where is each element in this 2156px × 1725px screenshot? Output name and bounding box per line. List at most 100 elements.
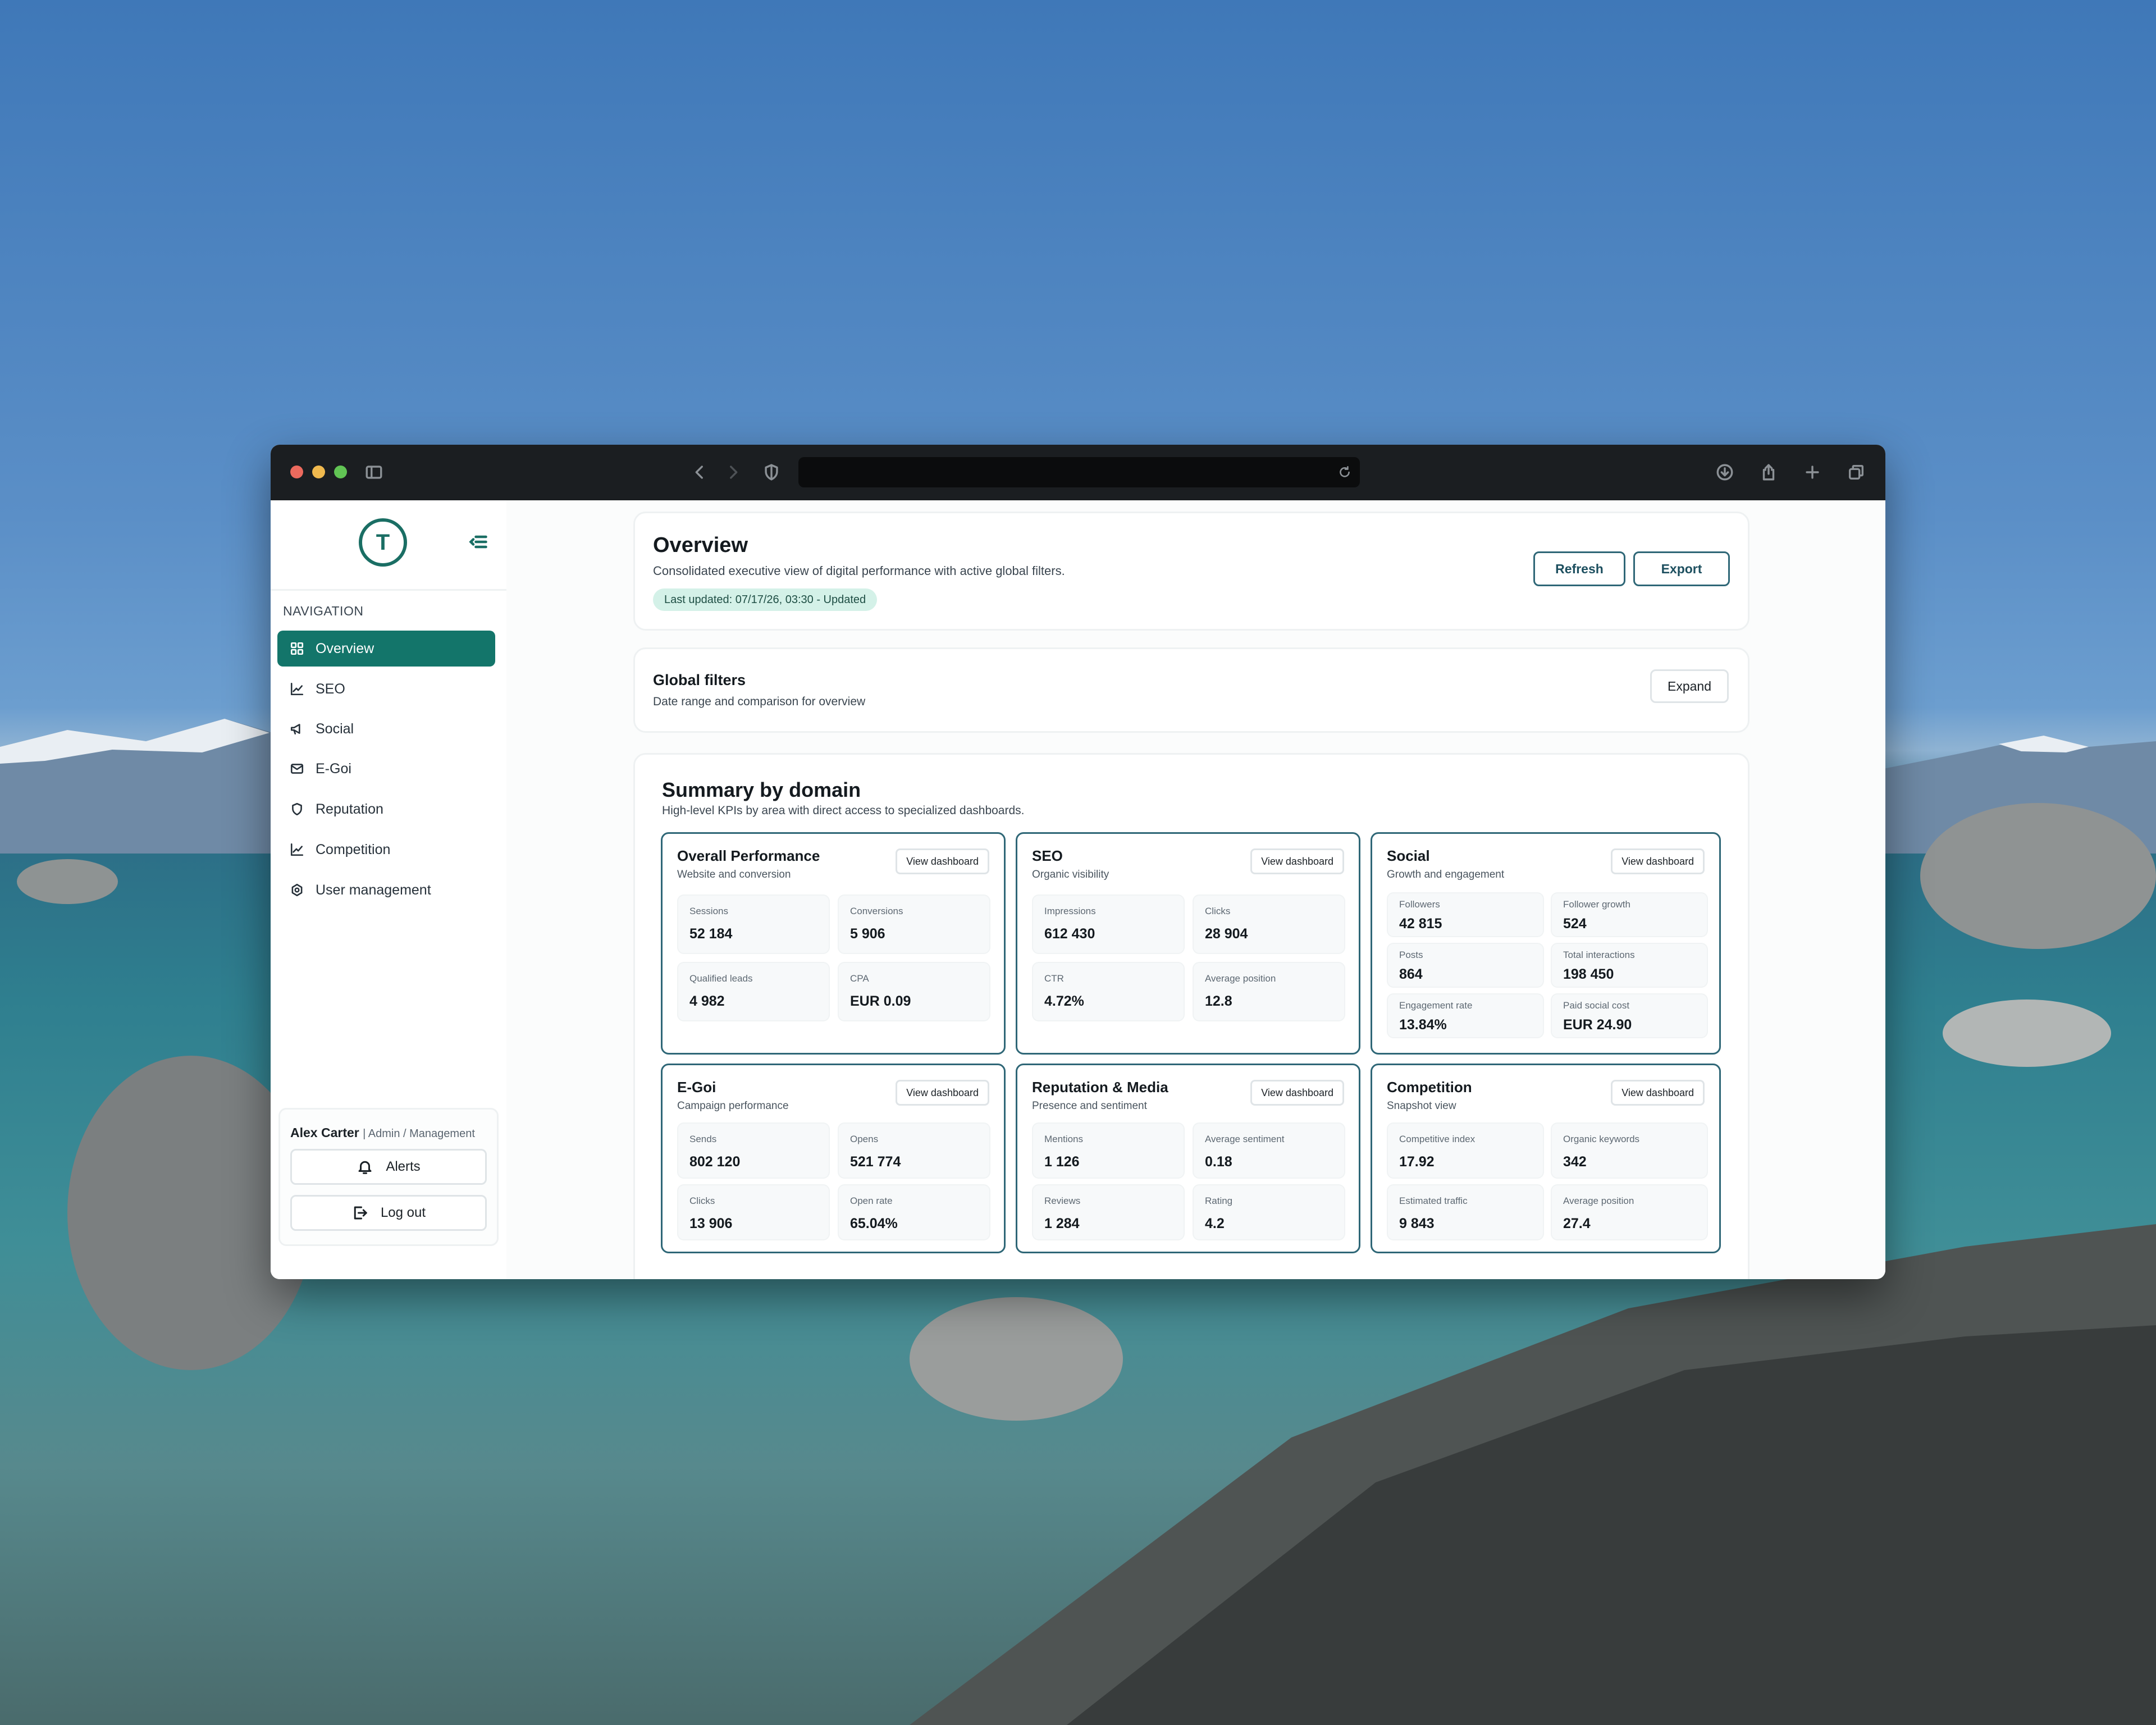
view-dashboard-button[interactable]: View dashboard xyxy=(1250,1080,1344,1106)
sidebar-item-label: Social xyxy=(316,720,354,737)
alerts-button[interactable]: Alerts xyxy=(290,1149,487,1185)
kpi-label: Rating xyxy=(1205,1195,1233,1206)
kpi-label: Sessions xyxy=(689,906,728,916)
sidebar-item-label: User management xyxy=(316,882,431,898)
sidebar-item-reputation[interactable]: Reputation xyxy=(277,791,495,827)
kpi-value: 802 120 xyxy=(689,1154,741,1170)
view-dashboard-button[interactable]: View dashboard xyxy=(1611,848,1705,874)
kpi-tile: Posts 864 xyxy=(1387,943,1544,988)
export-button[interactable]: Export xyxy=(1633,551,1730,586)
kpi-value: EUR 24.90 xyxy=(1563,1017,1632,1033)
sidebar-item-social[interactable]: Social xyxy=(277,711,495,747)
download-icon[interactable] xyxy=(1712,460,1737,485)
kpi-label: Mentions xyxy=(1044,1134,1083,1144)
shield-icon[interactable] xyxy=(759,460,784,485)
back-icon[interactable] xyxy=(687,460,712,485)
collapse-menu-icon xyxy=(469,535,487,549)
domain-subtitle: Website and conversion xyxy=(677,869,791,880)
kpi-tile: Reviews 1 284 xyxy=(1032,1184,1185,1240)
kpi-tile: Average position 27.4 xyxy=(1551,1184,1708,1240)
kpi-label: Open rate xyxy=(850,1195,893,1206)
kpi-label: Average sentiment xyxy=(1205,1134,1285,1144)
summary-title: Summary by domain xyxy=(662,778,861,801)
sidebar-divider xyxy=(271,589,506,591)
kpi-label: Clicks xyxy=(689,1195,715,1206)
view-dashboard-button[interactable]: View dashboard xyxy=(1611,1080,1705,1106)
forward-icon[interactable] xyxy=(721,460,746,485)
domain-card-egoi: E-Goi Campaign performance View dashboar… xyxy=(661,1064,1006,1253)
refresh-button[interactable]: Refresh xyxy=(1533,551,1625,586)
kpi-tile: Organic keywords 342 xyxy=(1551,1122,1708,1179)
domain-title: Overall Performance xyxy=(677,847,820,864)
sidebar-item-user-management[interactable]: User management xyxy=(277,872,495,908)
domain-card-reputation-media: Reputation & Media Presence and sentimen… xyxy=(1016,1064,1360,1253)
close-window-button[interactable] xyxy=(290,466,303,478)
reload-icon[interactable] xyxy=(1335,463,1354,482)
domain-subtitle: Growth and engagement xyxy=(1387,869,1505,880)
view-dashboard-button[interactable]: View dashboard xyxy=(1250,848,1344,874)
address-bar[interactable] xyxy=(798,457,1360,487)
new-tab-icon[interactable] xyxy=(1800,460,1825,485)
kpi-label: Conversions xyxy=(850,906,903,916)
minimize-window-button[interactable] xyxy=(312,466,325,478)
kpi-tile: Clicks 28 904 xyxy=(1193,895,1345,954)
kpi-tile: Total interactions 198 450 xyxy=(1551,943,1708,988)
kpi-value: 9 843 xyxy=(1399,1216,1435,1231)
alerts-label: Alerts xyxy=(386,1159,421,1174)
kpi-tile: Sends 802 120 xyxy=(677,1122,830,1179)
kpi-label: Followers xyxy=(1399,899,1440,910)
kpi-tile: CTR 4.72% xyxy=(1032,962,1185,1021)
kpi-label: Sends xyxy=(689,1134,717,1144)
share-icon[interactable] xyxy=(1756,460,1781,485)
zoom-window-button[interactable] xyxy=(334,466,347,478)
kpi-value: 342 xyxy=(1563,1154,1587,1170)
domain-card-seo: SEO Organic visibility View dashboard Im… xyxy=(1016,832,1360,1055)
kpi-value: 1 126 xyxy=(1044,1154,1080,1170)
user-panel: Alex Carter | Admin / Management Alerts … xyxy=(278,1108,499,1246)
browser-window: T NAVIGATION Overview SEO Social E-Goi R… xyxy=(271,445,1885,1279)
logout-icon xyxy=(354,1206,367,1220)
settings-icon xyxy=(291,883,303,897)
kpi-value: 864 xyxy=(1399,966,1423,982)
mail-icon xyxy=(290,764,304,774)
kpi-value: 65.04% xyxy=(850,1216,898,1231)
kpi-value: 612 430 xyxy=(1044,926,1095,942)
sidebar-toggle-icon[interactable] xyxy=(362,460,386,485)
kpi-tile: Qualified leads 4 982 xyxy=(677,962,830,1021)
shield-icon xyxy=(292,802,302,816)
grid-icon xyxy=(290,642,304,655)
domain-subtitle: Organic visibility xyxy=(1032,869,1109,880)
kpi-label: Follower growth xyxy=(1563,899,1630,910)
sidebar-item-seo[interactable]: SEO xyxy=(277,671,495,707)
sidebar-item-label: Competition xyxy=(316,841,391,857)
app-logo[interactable]: T xyxy=(359,518,407,567)
domain-card-competition: Competition Snapshot view View dashboard… xyxy=(1371,1064,1721,1253)
kpi-tile: Engagement rate 13.84% xyxy=(1387,993,1544,1038)
megaphone-icon xyxy=(290,724,300,734)
sidebar-item-overview[interactable]: Overview xyxy=(277,631,495,667)
kpi-label: Engagement rate xyxy=(1399,1000,1473,1011)
domain-title: Reputation & Media xyxy=(1032,1079,1168,1096)
kpi-value: 13.84% xyxy=(1399,1017,1447,1033)
kpi-value: 524 xyxy=(1563,916,1587,932)
view-dashboard-button[interactable]: View dashboard xyxy=(896,1080,989,1106)
sidebar-item-competition[interactable]: Competition xyxy=(277,832,495,868)
kpi-label: Clicks xyxy=(1205,906,1231,916)
tabs-overview-icon[interactable] xyxy=(1844,460,1869,485)
sidebar-item-egoi[interactable]: E-Goi xyxy=(277,751,495,787)
main-content: Overview Consolidated executive view of … xyxy=(506,500,1885,1279)
kpi-label: Reviews xyxy=(1044,1195,1081,1206)
kpi-tile: Open rate 65.04% xyxy=(838,1184,990,1240)
domain-title: Competition xyxy=(1387,1079,1472,1096)
page-title: Overview xyxy=(653,533,748,557)
last-updated-badge: Last updated: 07/17/26, 03:30 - Updated xyxy=(653,588,878,611)
collapse-sidebar-button[interactable] xyxy=(468,532,491,554)
kpi-tile: Average position 12.8 xyxy=(1193,962,1345,1021)
expand-filters-button[interactable]: Expand xyxy=(1650,669,1729,703)
logout-button[interactable]: Log out xyxy=(290,1195,487,1231)
kpi-label: Total interactions xyxy=(1563,950,1635,960)
kpi-label: CTR xyxy=(1044,973,1064,984)
kpi-label: Competitive index xyxy=(1399,1134,1476,1144)
view-dashboard-button[interactable]: View dashboard xyxy=(896,848,989,874)
kpi-value: 17.92 xyxy=(1399,1154,1435,1170)
